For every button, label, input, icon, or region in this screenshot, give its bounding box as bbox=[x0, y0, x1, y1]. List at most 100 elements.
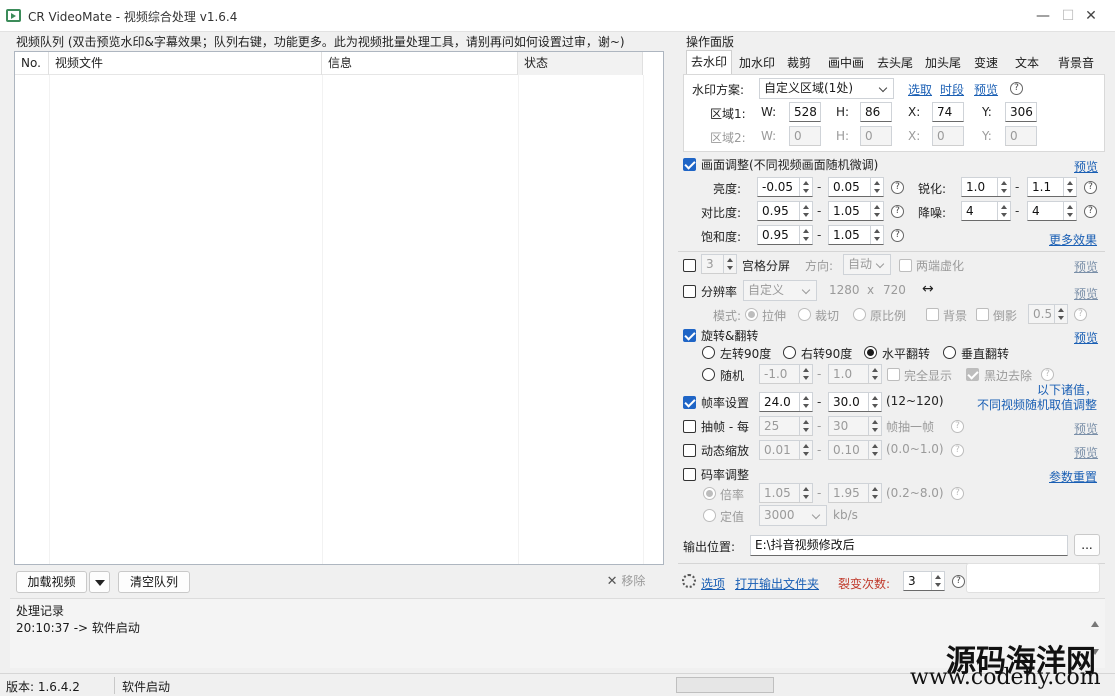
spinner-icon[interactable] bbox=[997, 178, 1010, 196]
spinner-icon[interactable] bbox=[799, 484, 812, 502]
zoom-min-input[interactable]: 0.01 bbox=[759, 440, 813, 460]
remove-button[interactable]: ✕ 移除 bbox=[592, 571, 660, 593]
bitrate-mult-min-input[interactable]: 1.05 bbox=[759, 483, 813, 503]
mode-stretch-radio[interactable] bbox=[745, 308, 758, 321]
options-link[interactable]: 选项 bbox=[701, 575, 725, 592]
help-icon[interactable]: ? bbox=[1074, 308, 1087, 321]
help-icon[interactable]: ? bbox=[891, 205, 904, 218]
grid-preview-link[interactable]: 预览 bbox=[1074, 258, 1098, 275]
region2-w-input[interactable]: 0 bbox=[789, 126, 821, 146]
help-icon[interactable]: ? bbox=[951, 444, 964, 457]
help-icon[interactable]: ? bbox=[1084, 205, 1097, 218]
resolution-select[interactable]: 自定义 bbox=[743, 280, 817, 301]
denoise-min-input[interactable]: 4 bbox=[961, 201, 1011, 221]
fission-count-input[interactable]: 3 bbox=[903, 571, 945, 591]
vflip-radio[interactable] bbox=[943, 346, 956, 359]
resolution-preview-link[interactable]: 预览 bbox=[1074, 285, 1098, 302]
zoom-preview-link[interactable]: 预览 bbox=[1074, 444, 1098, 461]
clear-queue-button[interactable]: 清空队列 bbox=[118, 571, 190, 593]
scheme-select[interactable]: 自定义区域(1处) bbox=[759, 78, 894, 99]
help-icon[interactable]: ? bbox=[951, 420, 964, 433]
start-button[interactable] bbox=[966, 563, 1100, 593]
spinner-icon[interactable] bbox=[1063, 202, 1076, 220]
adjust-preview-link[interactable]: 预览 bbox=[1074, 158, 1098, 175]
denoise-max-input[interactable]: 4 bbox=[1027, 201, 1077, 221]
spinner-icon[interactable] bbox=[931, 572, 944, 590]
saturation-min-input[interactable]: 0.95 bbox=[757, 225, 813, 245]
tab-add-head-tail[interactable]: 加头尾 bbox=[921, 52, 965, 74]
spinner-icon[interactable] bbox=[868, 393, 881, 411]
spinner-icon[interactable] bbox=[799, 178, 812, 196]
grid-checkbox[interactable] bbox=[683, 259, 696, 272]
load-video-button[interactable]: 加载视频 bbox=[16, 571, 87, 593]
reset-params-link[interactable]: 参数重置 bbox=[1049, 468, 1097, 485]
extract-min-input[interactable]: 25 bbox=[759, 416, 813, 436]
help-icon[interactable]: ? bbox=[952, 575, 965, 588]
column-status[interactable]: 状态 bbox=[518, 52, 643, 75]
grid-count-input[interactable]: 3 bbox=[701, 254, 737, 274]
watermark-preview-link[interactable]: 预览 bbox=[974, 81, 998, 98]
video-queue-list[interactable]: No. 视频文件 信息 状态 bbox=[14, 51, 664, 565]
help-icon[interactable]: ? bbox=[951, 487, 964, 500]
spinner-icon[interactable] bbox=[870, 178, 883, 196]
tab-pip[interactable]: 画中画 bbox=[824, 52, 868, 74]
region1-w-input[interactable]: 528 bbox=[789, 102, 821, 122]
region2-h-input[interactable]: 0 bbox=[860, 126, 892, 146]
full-display-checkbox[interactable] bbox=[887, 368, 900, 381]
region2-y-input[interactable]: 0 bbox=[1005, 126, 1037, 146]
close-button[interactable]: ✕ bbox=[1069, 0, 1113, 32]
bitrate-mult-max-input[interactable]: 1.95 bbox=[828, 483, 882, 503]
help-icon[interactable]: ? bbox=[1010, 82, 1023, 95]
extract-preview-link[interactable]: 预览 bbox=[1074, 420, 1098, 437]
output-path-input[interactable]: E:\抖音视频修改后 bbox=[750, 535, 1068, 556]
spinner-icon[interactable] bbox=[868, 484, 881, 502]
load-options-dropdown[interactable] bbox=[89, 571, 110, 593]
column-file[interactable]: 视频文件 bbox=[49, 52, 322, 75]
help-icon[interactable]: ? bbox=[1084, 181, 1097, 194]
region1-y-input[interactable]: 306 bbox=[1005, 102, 1037, 122]
saturation-max-input[interactable]: 1.05 bbox=[828, 225, 884, 245]
help-icon[interactable]: ? bbox=[891, 181, 904, 194]
tab-speed[interactable]: 变速 bbox=[969, 52, 1003, 74]
brightness-max-input[interactable]: 0.05 bbox=[828, 177, 884, 197]
spinner-icon[interactable] bbox=[799, 365, 812, 383]
help-icon[interactable]: ? bbox=[891, 229, 904, 242]
bitrate-multiplier-radio[interactable] bbox=[703, 487, 716, 500]
spinner-icon[interactable] bbox=[868, 417, 881, 435]
sharpen-min-input[interactable]: 1.0 bbox=[961, 177, 1011, 197]
spinner-icon[interactable] bbox=[799, 417, 812, 435]
spinner-icon[interactable] bbox=[799, 226, 812, 244]
framerate-checkbox[interactable] bbox=[683, 396, 696, 409]
spinner-icon[interactable] bbox=[870, 202, 883, 220]
blur-ends-checkbox[interactable] bbox=[899, 259, 912, 272]
more-effects-link[interactable]: 更多效果 bbox=[1049, 231, 1097, 248]
tab-text[interactable]: 文本 bbox=[1010, 52, 1044, 74]
spinner-icon[interactable] bbox=[870, 226, 883, 244]
column-info[interactable]: 信息 bbox=[322, 52, 518, 75]
period-link[interactable]: 时段 bbox=[940, 81, 964, 98]
zoom-max-input[interactable]: 0.10 bbox=[828, 440, 882, 460]
region1-h-input[interactable]: 86 bbox=[860, 102, 892, 122]
gear-icon[interactable] bbox=[682, 574, 696, 588]
resolution-checkbox[interactable] bbox=[683, 285, 696, 298]
reflection-input[interactable]: 0.5 bbox=[1028, 304, 1068, 324]
tab-remove-watermark[interactable]: 去水印 bbox=[686, 50, 732, 74]
extract-checkbox[interactable] bbox=[683, 420, 696, 433]
spinner-icon[interactable] bbox=[799, 202, 812, 220]
region1-x-input[interactable]: 74 bbox=[932, 102, 964, 122]
sharpen-max-input[interactable]: 1.1 bbox=[1027, 177, 1077, 197]
scroll-up-icon[interactable] bbox=[1091, 621, 1099, 627]
brightness-min-input[interactable]: -0.05 bbox=[757, 177, 813, 197]
rotate-checkbox[interactable] bbox=[683, 329, 696, 342]
spinner-icon[interactable] bbox=[1054, 305, 1067, 323]
extract-max-input[interactable]: 30 bbox=[828, 416, 882, 436]
rotate-preview-link[interactable]: 预览 bbox=[1074, 329, 1098, 346]
mode-ratio-radio[interactable] bbox=[853, 308, 866, 321]
select-region-link[interactable]: 选取 bbox=[908, 81, 932, 98]
spinner-icon[interactable] bbox=[868, 441, 881, 459]
spinner-icon[interactable] bbox=[868, 365, 881, 383]
adjust-checkbox[interactable] bbox=[683, 158, 696, 171]
random-max-input[interactable]: 1.0 bbox=[828, 364, 882, 384]
tab-bgm[interactable]: 背景音 bbox=[1053, 52, 1099, 74]
mode-crop-radio[interactable] bbox=[798, 308, 811, 321]
